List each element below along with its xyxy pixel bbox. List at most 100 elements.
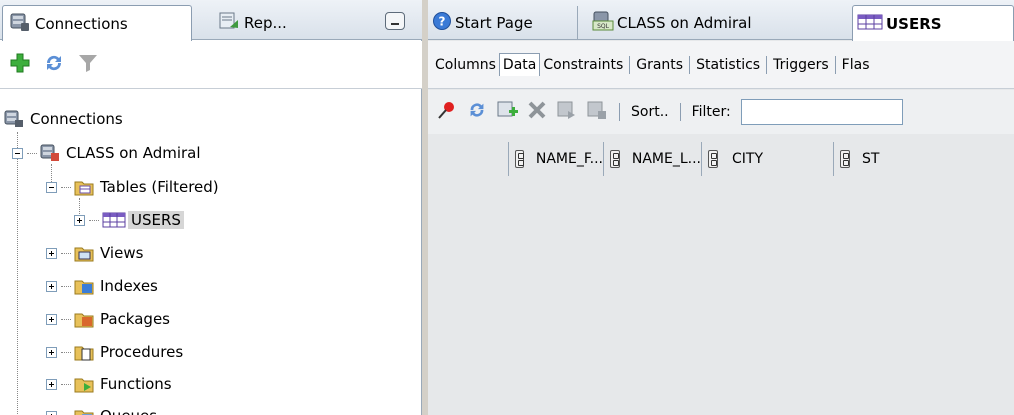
subtab-grants[interactable]: Grants (633, 54, 686, 76)
connection-icon (40, 144, 60, 162)
subtab-data[interactable]: Data (498, 53, 541, 76)
subtab-constraints[interactable]: Constraints (540, 54, 626, 76)
row-number-header (428, 142, 508, 176)
tree-item-functions[interactable]: Functions (12, 371, 172, 397)
tree-label: Indexes (100, 277, 158, 295)
procedures-folder-icon (74, 343, 94, 361)
filter-input[interactable] (740, 99, 903, 125)
minimize-button[interactable] (385, 12, 405, 30)
column-header-label: ST (862, 151, 880, 167)
insert-row-icon[interactable] (496, 99, 518, 125)
grid-header: NAME_F... NAME_L... CITY ST (428, 142, 1014, 176)
column-header-label: NAME_L... (631, 151, 701, 167)
column-header-label: CITY (732, 151, 764, 167)
functions-folder-icon (74, 375, 94, 393)
column-header[interactable]: NAME_L... (604, 142, 702, 176)
subtab-columns[interactable]: Columns (432, 54, 499, 76)
reports-icon (218, 11, 240, 35)
database-icon (9, 12, 31, 36)
tree-item-views[interactable]: Views (12, 240, 143, 266)
tab-start-page[interactable]: ? Start Page (428, 6, 578, 39)
expand-icon[interactable] (46, 346, 57, 358)
tree-label: Connections (30, 110, 123, 128)
packages-folder-icon (74, 310, 94, 328)
tree-item-users-table[interactable]: USERS (74, 207, 184, 233)
data-grid: NAME_F... NAME_L... CITY ST (428, 134, 1014, 415)
tree-label: Packages (100, 310, 170, 328)
tab-label: CLASS on Admiral (617, 13, 752, 32)
divider (834, 55, 836, 74)
sql-worksheet-icon: SQL (592, 11, 614, 35)
table-subtabs: Columns Data Constraints Grants Statisti… (428, 41, 1014, 89)
tree-label: Tables (Filtered) (100, 178, 219, 196)
tab-label: Start Page (455, 13, 533, 32)
tree-item-tables[interactable]: Tables (Filtered) (46, 174, 219, 200)
tab-sql-worksheet[interactable]: SQL CLASS on Admiral (588, 6, 838, 39)
divider (766, 55, 768, 74)
tree-root-connections[interactable]: Connections (4, 106, 123, 132)
expand-icon[interactable] (46, 313, 57, 325)
tree-item-indexes[interactable]: Indexes (12, 273, 158, 299)
rollback-icon[interactable] (586, 99, 608, 125)
tree-label: USERS (128, 211, 184, 229)
editor-tab-bar: ? Start Page SQL CLASS on Admiral USERS (428, 0, 1014, 41)
column-type-icon (708, 150, 718, 168)
tab-reports[interactable]: Rep... (212, 6, 362, 39)
pin-icon[interactable] (436, 99, 458, 125)
indexes-folder-icon (74, 277, 94, 295)
tree-label: Procedures (100, 343, 184, 361)
svg-text:?: ? (439, 14, 446, 28)
divider (629, 55, 631, 74)
column-header[interactable]: NAME_F... (508, 142, 604, 176)
filter-icon[interactable] (76, 51, 100, 79)
subtab-statistics[interactable]: Statistics (693, 54, 763, 76)
refresh-icon[interactable] (42, 51, 66, 79)
tree-label: Queues (100, 407, 157, 415)
tree-label: CLASS on Admiral (66, 144, 201, 162)
column-type-icon (515, 150, 524, 168)
refresh-icon[interactable] (466, 99, 488, 125)
editor-panel: ? Start Page SQL CLASS on Admiral USERS … (428, 0, 1014, 415)
left-tab-bar: Connections Rep... (0, 0, 422, 41)
divider (679, 103, 681, 121)
divider (619, 103, 620, 121)
tree-label: Views (100, 244, 144, 262)
divider (689, 55, 691, 74)
expand-icon[interactable] (46, 247, 57, 259)
tab-connections[interactable]: Connections (2, 5, 192, 41)
delete-row-icon[interactable] (526, 99, 548, 125)
collapse-icon[interactable] (46, 181, 57, 193)
tab-label: USERS (886, 14, 942, 33)
column-type-icon (840, 150, 850, 168)
collapse-icon[interactable] (12, 147, 23, 159)
help-icon: ? (432, 11, 452, 35)
svg-text:SQL: SQL (597, 23, 610, 30)
connections-panel: Connections Rep... Connections CLASS on … (0, 0, 422, 415)
expand-icon[interactable] (46, 410, 57, 415)
tree-item-queues[interactable]: Queues (12, 403, 157, 415)
tab-label: Connections (35, 14, 128, 33)
tab-users[interactable]: USERS (852, 5, 1014, 41)
subtab-triggers[interactable]: Triggers (770, 54, 832, 76)
table-icon (857, 13, 883, 35)
add-icon[interactable] (8, 51, 32, 79)
sort-button[interactable]: Sort.. (631, 104, 669, 120)
expand-icon[interactable] (46, 378, 57, 390)
views-folder-icon (74, 244, 94, 262)
tree-item-procedures[interactable]: Procedures (12, 339, 183, 365)
column-header[interactable]: ST (834, 142, 914, 176)
tree-item-connection[interactable]: CLASS on Admiral (12, 140, 201, 166)
queues-folder-icon (74, 407, 94, 415)
tree-label: Functions (100, 375, 172, 393)
column-header-label: NAME_F... (535, 151, 603, 167)
commit-icon[interactable] (556, 99, 578, 125)
expand-icon[interactable] (74, 214, 85, 226)
tree-item-packages[interactable]: Packages (12, 306, 170, 332)
database-icon (4, 110, 24, 128)
tables-folder-icon (74, 178, 94, 196)
expand-icon[interactable] (46, 280, 57, 292)
subtab-flashback[interactable]: Flas (839, 54, 873, 76)
connections-toolbar (0, 41, 422, 89)
column-header[interactable]: CITY (702, 142, 834, 176)
tab-label: Rep... (244, 13, 287, 32)
